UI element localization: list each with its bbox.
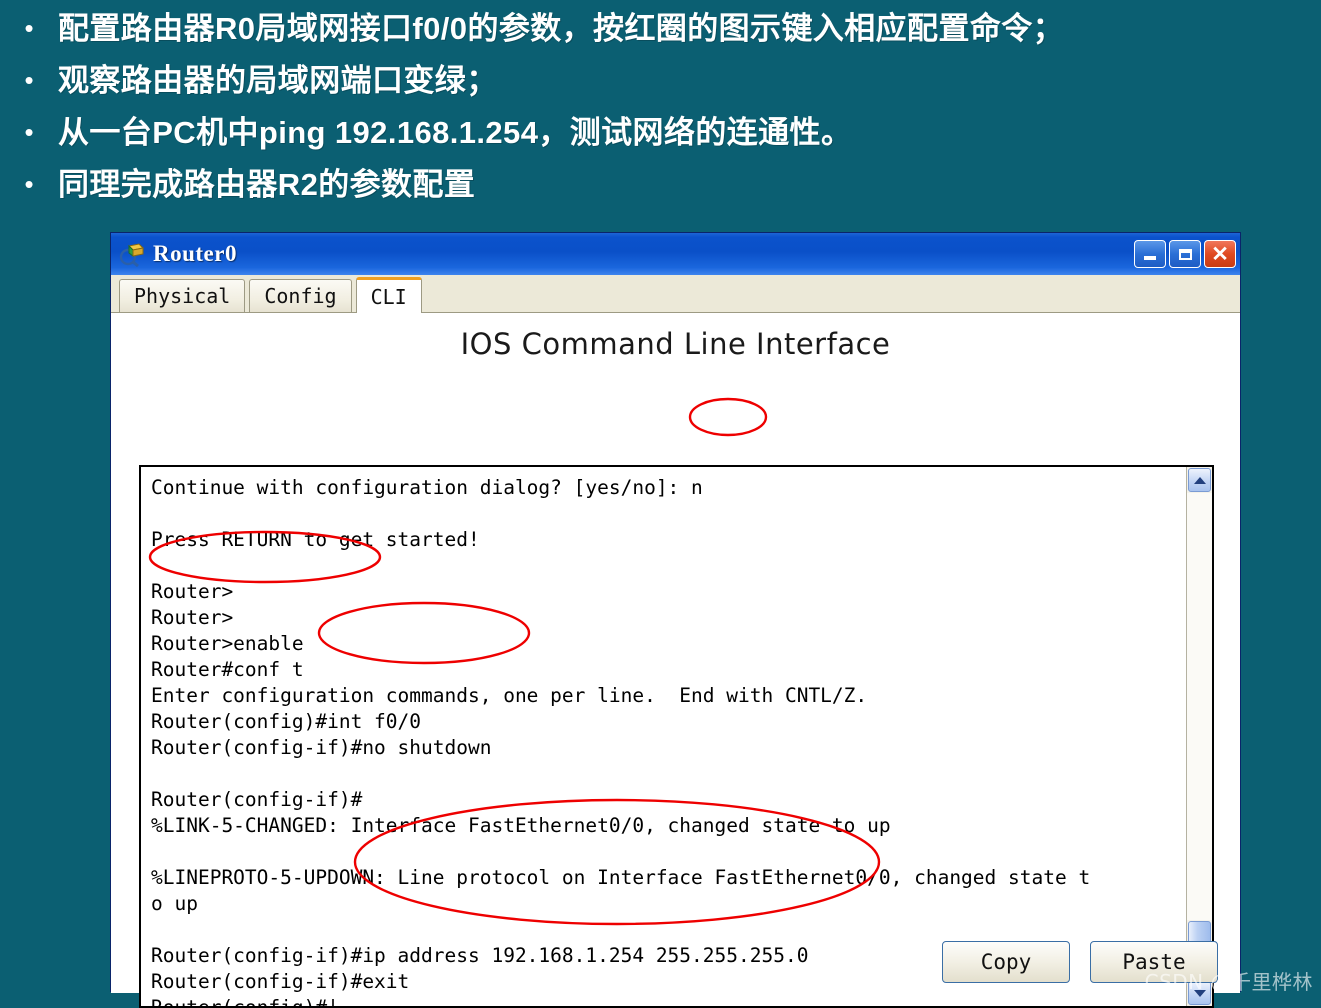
chevron-up-icon: [1193, 476, 1206, 484]
window-title: Router0: [153, 241, 237, 266]
terminal-line: Router>enable: [151, 632, 304, 655]
terminal-line: o up: [151, 892, 198, 915]
terminal-line: Enter configuration commands, one per li…: [151, 684, 868, 707]
tab-label: CLI: [370, 284, 407, 309]
watermark: CSDN @千里桦林: [1144, 970, 1313, 994]
slide-bullet-list: • 配置路由器R0局域网接口f0/0的参数，按红圈的图示键入相应配置命令； • …: [0, 0, 1321, 216]
copy-button[interactable]: Copy: [942, 941, 1070, 983]
list-item: • 配置路由器R0局域网接口f0/0的参数，按红圈的图示键入相应配置命令；: [0, 8, 1321, 50]
bullet-marker-icon: •: [24, 65, 34, 95]
terminal-line: %LINK-5-CHANGED: Interface FastEthernet0…: [151, 814, 891, 837]
cli-panel: IOS Command Line Interface Continue with…: [111, 313, 1240, 1008]
bullet-marker-icon: •: [24, 13, 34, 43]
terminal-line: Router(config-if)#: [151, 788, 363, 811]
bullet-text: 从一台PC机中ping 192.168.1.254，测试网络的连通性。: [58, 115, 853, 150]
tab-config[interactable]: Config: [249, 279, 352, 312]
tab-strip: Physical Config CLI: [111, 275, 1240, 313]
terminal-line: Press RETURN to get started!: [151, 528, 480, 551]
terminal-output[interactable]: Continue with configuration dialog? [yes…: [141, 467, 1186, 1006]
terminal-line: Router#conf t: [151, 658, 304, 681]
terminal-container: Continue with configuration dialog? [yes…: [139, 465, 1214, 1008]
tab-label: Physical: [134, 284, 231, 308]
minimize-button[interactable]: [1134, 240, 1166, 268]
router-icon: [119, 241, 145, 268]
terminal-scrollbar[interactable]: [1186, 467, 1212, 1006]
terminal-line: Router(config)#int f0/0: [151, 710, 422, 733]
list-item: • 观察路由器的局域网端口变绿；: [0, 60, 1321, 102]
copy-button-label: Copy: [980, 950, 1032, 974]
bullet-text: 配置路由器R0局域网接口f0/0的参数，按红圈的图示键入相应配置命令；: [58, 11, 1065, 46]
router-window: Router0 ✕ Physical Config CLI IOS Comman…: [110, 232, 1241, 1008]
terminal-line: Continue with configuration dialog? [yes…: [151, 476, 703, 499]
terminal-line: Router(config-if)#no shutdown: [151, 736, 492, 759]
window-title-bar[interactable]: Router0 ✕: [111, 233, 1240, 275]
terminal-line: %LINEPROTO-5-UPDOWN: Line protocol on In…: [151, 866, 1091, 889]
close-button[interactable]: ✕: [1204, 240, 1236, 268]
terminal-line: Router>: [151, 580, 234, 603]
tab-label: Config: [264, 284, 337, 308]
tab-physical[interactable]: Physical: [119, 279, 246, 312]
close-icon: ✕: [1211, 242, 1229, 266]
bullet-marker-icon: •: [24, 117, 34, 147]
list-item: • 从一台PC机中ping 192.168.1.254，测试网络的连通性。: [0, 112, 1321, 154]
scrollbar-track[interactable]: [1187, 493, 1212, 920]
terminal-line: Router>: [151, 606, 234, 629]
tab-cli[interactable]: CLI: [355, 277, 422, 313]
list-item: • 同理完成路由器R2的参数配置: [0, 164, 1321, 206]
maximize-button[interactable]: [1169, 240, 1201, 268]
bullet-text: 观察路由器的局域网端口变绿；: [58, 63, 498, 98]
terminal-cursor: |: [327, 996, 339, 1006]
maximize-icon: [1178, 248, 1192, 260]
terminal-line: Router(config)#|: [151, 995, 1186, 1006]
minimize-icon: [1144, 256, 1156, 260]
bullet-text: 同理完成路由器R2的参数配置: [58, 167, 476, 202]
scroll-up-button[interactable]: [1188, 468, 1211, 492]
bullet-marker-icon: •: [24, 169, 34, 199]
panel-heading: IOS Command Line Interface: [460, 327, 891, 361]
